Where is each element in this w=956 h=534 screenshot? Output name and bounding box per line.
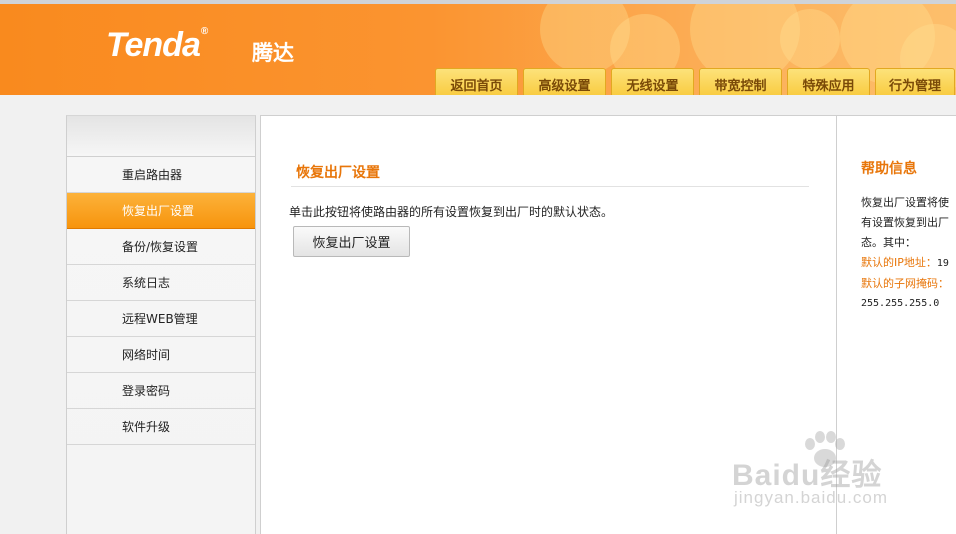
- tab-behavior-management[interactable]: 行为管理: [875, 68, 955, 95]
- main-panel: 恢复出厂设置 单击此按钮将使路由器的所有设置恢复到出厂时的默认状态。 恢复出厂设…: [260, 115, 837, 534]
- default-ip-label: 默认的IP地址：: [861, 256, 937, 269]
- default-ip-value: 19: [936, 258, 949, 269]
- tab-home[interactable]: 返回首页: [435, 68, 518, 95]
- sidebar-item-login-password[interactable]: 登录密码: [67, 373, 255, 409]
- sidebar-item-system-log[interactable]: 系统日志: [67, 265, 255, 301]
- tenda-logo: Tenda®: [106, 26, 208, 64]
- page-description: 单击此按钮将使路由器的所有设置恢复到出厂时的默认状态。: [289, 205, 614, 219]
- default-mask-label: 默认的子网掩码：: [861, 277, 949, 290]
- sidebar: 重启路由器 恢复出厂设置 备份/恢复设置 系统日志 远程WEB管理 网络时间 登…: [66, 115, 256, 534]
- title-divider: [291, 186, 809, 187]
- help-title: 帮助信息: [861, 161, 917, 177]
- header-banner: Tenda® 腾达 返回首页 高级设置 无线设置 带宽控制 特殊应用 行为管理: [0, 4, 956, 95]
- tab-bandwidth[interactable]: 带宽控制: [699, 68, 782, 95]
- sidebar-item-network-time[interactable]: 网络时间: [67, 337, 255, 373]
- tab-advanced[interactable]: 高级设置: [523, 68, 606, 95]
- help-text: 恢复出厂设置将使 有设置恢复到出厂 态。其中： 默认的IP地址：19 默认的子网…: [861, 193, 956, 314]
- help-default-ip: 默认的IP地址：19: [861, 253, 956, 274]
- tenda-logo-cn: 腾达: [252, 41, 294, 65]
- help-panel: 帮助信息 恢复出厂设置将使 有设置恢复到出厂 态。其中： 默认的IP地址：19 …: [837, 115, 956, 534]
- default-mask-value: 255.255.255.0: [861, 298, 940, 309]
- sidebar-item-factory-reset[interactable]: 恢复出厂设置: [67, 193, 255, 229]
- help-line-2: 有设置恢复到出厂: [861, 216, 949, 229]
- factory-reset-button[interactable]: 恢复出厂设置: [293, 226, 410, 257]
- sidebar-item-firmware-upgrade[interactable]: 软件升级: [67, 409, 255, 445]
- tab-wireless[interactable]: 无线设置: [611, 68, 694, 95]
- sidebar-item-reboot[interactable]: 重启路由器: [67, 157, 255, 193]
- tab-special-apps[interactable]: 特殊应用: [787, 68, 870, 95]
- help-line-3: 态。其中：: [861, 236, 916, 249]
- help-line-1: 恢复出厂设置将使: [861, 196, 949, 209]
- sidebar-menu: 重启路由器 恢复出厂设置 备份/恢复设置 系统日志 远程WEB管理 网络时间 登…: [67, 156, 255, 445]
- sidebar-item-remote-web[interactable]: 远程WEB管理: [67, 301, 255, 337]
- page-title: 恢复出厂设置: [296, 165, 380, 181]
- top-nav: 返回首页 高级设置 无线设置 带宽控制 特殊应用 行为管理: [435, 68, 955, 95]
- sidebar-item-backup-restore[interactable]: 备份/恢复设置: [67, 229, 255, 265]
